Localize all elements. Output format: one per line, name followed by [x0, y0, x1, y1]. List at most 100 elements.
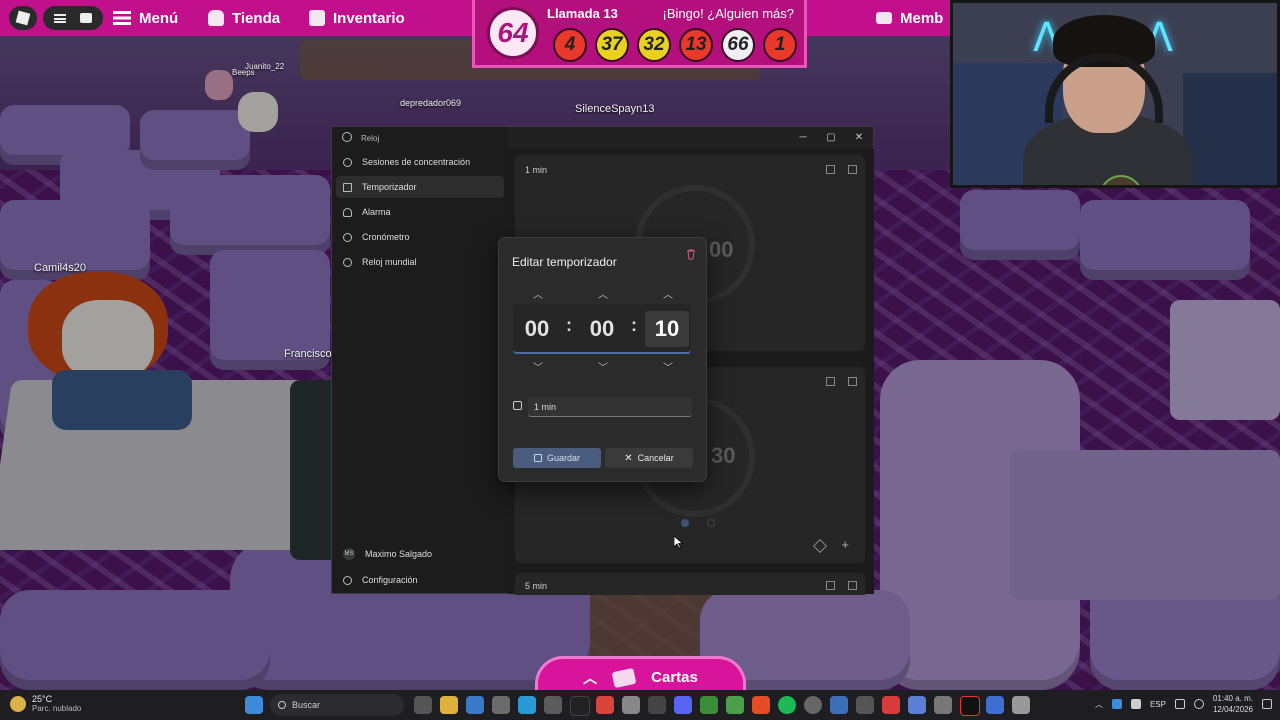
- seconds-down-arrow[interactable]: ﹀: [658, 359, 678, 374]
- store-icon[interactable]: [492, 696, 510, 714]
- chrome-icon[interactable]: [752, 696, 770, 714]
- close-icon: ✕: [624, 452, 633, 464]
- pin-icon[interactable]: [848, 165, 857, 174]
- inventory-button[interactable]: Inventario: [309, 0, 405, 36]
- expand-icon[interactable]: [826, 165, 835, 174]
- edge-icon[interactable]: [518, 696, 536, 714]
- network-icon[interactable]: [1174, 699, 1185, 709]
- add-icon[interactable]: +: [841, 537, 849, 552]
- roblox-logo-button[interactable]: [9, 6, 37, 30]
- minimize-button[interactable]: ─: [790, 129, 816, 145]
- seconds-up-arrow[interactable]: ︿: [658, 286, 678, 301]
- tray-app-icon[interactable]: [1111, 699, 1122, 709]
- stopwatch-icon: [343, 232, 352, 242]
- nav-timer[interactable]: Temporizador: [336, 176, 504, 198]
- clock-sidebar: Reloj Sesiones de concentración Temporiz…: [332, 127, 508, 593]
- seconds-field[interactable]: 10: [645, 311, 689, 347]
- tray-app-icon[interactable]: [1130, 699, 1141, 709]
- taskbar-date: 12/04/2026: [1212, 705, 1253, 714]
- settings-app-icon[interactable]: [466, 696, 484, 714]
- timer-card[interactable]: 5 min: [515, 573, 865, 595]
- pin-icon[interactable]: [848, 377, 857, 386]
- app-icon[interactable]: [804, 696, 822, 714]
- dialog-title: Editar temporizador: [512, 255, 617, 269]
- window-title: Reloj: [361, 134, 380, 143]
- task-view-icon[interactable]: [414, 696, 432, 714]
- discord-icon[interactable]: [674, 696, 692, 714]
- hours-up-arrow[interactable]: ︿: [528, 286, 548, 301]
- hours-down-arrow[interactable]: ﹀: [528, 359, 548, 374]
- hourglass-icon: [343, 182, 352, 192]
- minutes-field[interactable]: 00: [580, 311, 624, 347]
- chevron-up-icon[interactable]: ︿: [1095, 699, 1103, 710]
- xbox-icon[interactable]: [700, 696, 718, 714]
- membership-button[interactable]: Memb: [876, 0, 943, 36]
- minutes-down-arrow[interactable]: ﹀: [593, 359, 613, 374]
- app-icon[interactable]: [622, 696, 640, 714]
- save-label: Guardar: [546, 453, 581, 463]
- app-icon[interactable]: [830, 696, 848, 714]
- nav-stopwatch[interactable]: Cronómetro: [336, 226, 504, 248]
- weather-widget[interactable]: 25°C Parc. nublado: [10, 694, 81, 713]
- save-button[interactable]: Guardar: [513, 448, 601, 468]
- nav-settings[interactable]: Configuración: [336, 569, 504, 591]
- edit-icon[interactable]: [812, 538, 828, 554]
- roblox-icon: [15, 10, 31, 26]
- nav-world-clock[interactable]: Reloj mundial: [336, 251, 504, 273]
- search-placeholder: Buscar: [292, 700, 321, 710]
- cancel-button[interactable]: ✕ Cancelar: [605, 448, 693, 468]
- clock-taskbar-icon[interactable]: [986, 696, 1004, 714]
- nav-label: Alarma: [362, 207, 391, 217]
- hours-field[interactable]: 00: [515, 311, 559, 347]
- expand-icon[interactable]: [826, 377, 835, 386]
- chat-icon: [80, 13, 92, 23]
- membership-card-icon: [876, 12, 892, 24]
- system-tray: ︿ ESP 01:40 a. m. 12/04/2026: [1095, 693, 1272, 715]
- pin-icon[interactable]: [848, 581, 857, 590]
- app-icon[interactable]: [934, 696, 952, 714]
- next-app-icon[interactable]: [570, 696, 590, 716]
- taskbar-search[interactable]: Buscar: [270, 694, 404, 716]
- save-icon: [533, 454, 542, 462]
- minutes-up-arrow[interactable]: ︿: [593, 286, 613, 301]
- app-icon[interactable]: [856, 696, 874, 714]
- obs-icon[interactable]: [648, 696, 666, 714]
- user-account[interactable]: MS Maximo Salgado: [336, 543, 504, 565]
- app-icon[interactable]: [596, 696, 614, 714]
- play-icon[interactable]: [681, 519, 689, 527]
- reset-icon[interactable]: [707, 519, 715, 527]
- start-icon[interactable]: [245, 696, 263, 714]
- chat-menu-button[interactable]: [43, 6, 103, 30]
- player-nametag: SilenceSpayn13: [575, 103, 655, 115]
- bingo-call-panel: 64 Llamada 13 ¡Bingo! ¿Alguien más? 4 37…: [472, 0, 807, 68]
- file-explorer-icon[interactable]: [440, 696, 458, 714]
- app-icon[interactable]: [726, 696, 744, 714]
- room-background: [1183, 73, 1277, 185]
- maximize-button[interactable]: ▢: [818, 129, 844, 145]
- nav-focus-sessions[interactable]: Sesiones de concentración: [336, 151, 504, 173]
- menu-button[interactable]: Menú: [113, 0, 178, 36]
- trash-icon[interactable]: [686, 249, 696, 260]
- language-indicator[interactable]: ESP: [1150, 700, 1166, 709]
- close-button[interactable]: ✕: [846, 129, 872, 145]
- membership-label: Memb: [900, 9, 944, 27]
- player-nametag: depredador069: [400, 98, 462, 108]
- bingo-ball: 32: [637, 28, 671, 62]
- app-icon[interactable]: [1012, 696, 1030, 714]
- app-icon[interactable]: [882, 696, 900, 714]
- notification-icon[interactable]: [1262, 699, 1272, 709]
- time-separator: :: [631, 315, 637, 335]
- app-icon[interactable]: [908, 696, 926, 714]
- spotify-icon[interactable]: [778, 696, 796, 714]
- nav-alarm[interactable]: Alarma: [336, 201, 504, 223]
- tiktok-icon[interactable]: [960, 696, 980, 716]
- timer-time: 00: [709, 237, 734, 262]
- volume-icon[interactable]: [1193, 699, 1204, 709]
- timer-name-input[interactable]: [528, 397, 692, 417]
- app-icon[interactable]: [544, 696, 562, 714]
- cards-label: Cartas: [651, 669, 698, 686]
- taskbar-clock[interactable]: 01:40 a. m. 12/04/2026: [1213, 693, 1253, 715]
- expand-icon[interactable]: [826, 581, 835, 590]
- user-name: Maximo Salgado: [365, 549, 433, 559]
- shop-button[interactable]: Tienda: [208, 0, 280, 36]
